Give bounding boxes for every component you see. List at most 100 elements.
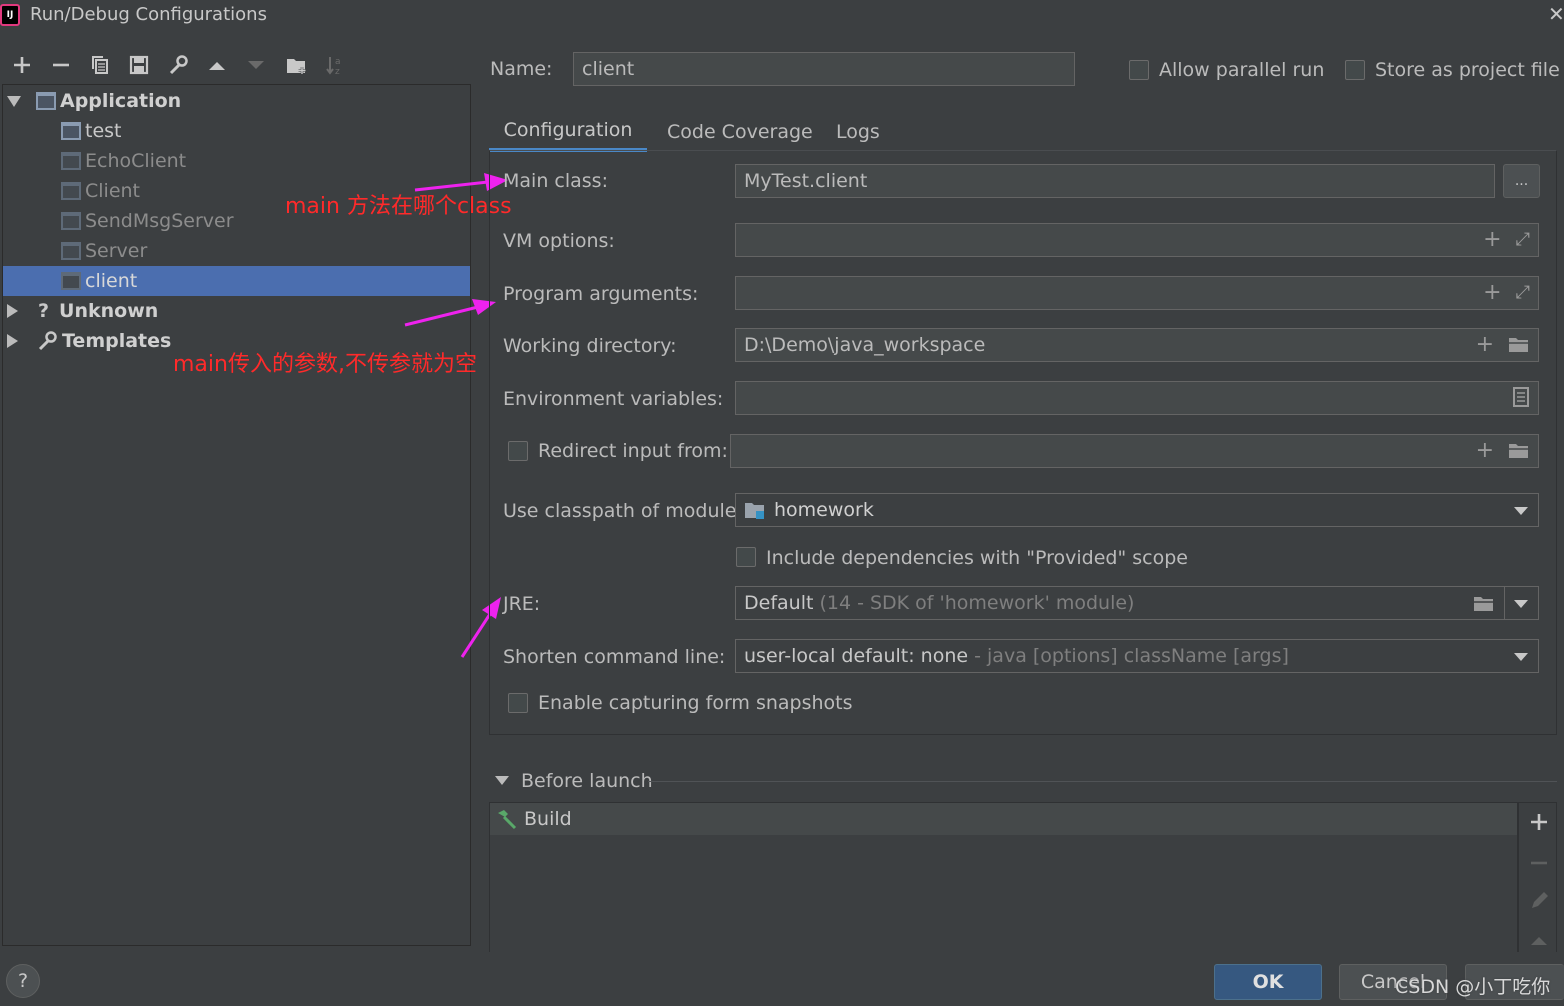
copy-icon[interactable] [87,52,113,78]
tab-configuration[interactable]: Configuration [489,112,647,152]
question-icon: ? [38,300,50,322]
add-icon[interactable]: + [1483,281,1501,305]
allow-parallel-label: Allow parallel run [1159,59,1325,81]
dropdown-arrow-icon[interactable] [1514,600,1528,608]
store-project-checkbox[interactable] [1345,60,1365,80]
name-label: Name: [490,58,553,80]
tab-code-coverage[interactable]: Code Coverage [667,112,813,152]
main-class-label: Main class: [503,170,608,192]
shorten-command-label: Shorten command line: [503,646,726,668]
jre-label: JRE: [503,593,541,615]
application-config-icon [61,152,81,170]
window-title: Run/Debug Configurations [30,4,267,25]
folder-icon[interactable] [1508,439,1530,467]
classpath-module-value: homework [774,499,874,521]
tree-node-application[interactable]: Application [7,86,469,116]
redirect-input-field[interactable]: + [730,434,1539,468]
svg-text:z: z [335,67,340,76]
program-arguments-label: Program arguments: [503,283,699,305]
environment-variables-label: Environment variables: [503,388,724,410]
wrench-icon [36,330,58,352]
redirect-input-checkbox[interactable] [508,441,528,461]
move-up-icon[interactable] [204,52,230,78]
folder-icon[interactable] [1472,592,1496,619]
tree-node-label: Application [60,90,182,112]
help-label: ? [17,970,29,992]
tree-node-label: Templates [62,330,172,352]
tree-item-test[interactable]: test [61,116,122,146]
svg-text:a: a [335,57,341,67]
close-icon[interactable]: ✕ [1548,2,1564,26]
dropdown-arrow-icon[interactable] [1514,653,1528,661]
move-down-icon[interactable] [243,52,269,78]
application-config-icon [61,182,81,200]
wrench-icon[interactable] [165,52,191,78]
add-icon[interactable]: + [1483,228,1501,252]
include-dependencies-checkbox[interactable] [736,547,756,567]
form-snapshots-label: Enable capturing form snapshots [538,692,853,714]
tree-node-templates[interactable]: Templates [7,326,171,356]
allow-parallel-checkbox[interactable] [1129,60,1149,80]
tree-item-server[interactable]: Server [61,236,147,266]
add-icon[interactable] [9,52,35,78]
before-launch-list: Build [489,802,1518,952]
edit-task-icon[interactable] [1528,890,1550,917]
remove-task-icon[interactable] [1528,852,1550,879]
title-bar: IJ Run/Debug Configurations ✕ [0,0,1564,34]
tree-item-echoclient[interactable]: EchoClient [61,146,186,176]
tree-item-client-upper[interactable]: Client [61,176,140,206]
expand-icon[interactable]: ⤢ [1516,228,1530,252]
before-launch-collapse-icon[interactable] [495,776,509,785]
help-button[interactable]: ? [6,964,40,998]
tree-item-label: SendMsgServer [85,210,234,232]
dropdown-arrow-icon[interactable] [1514,507,1528,515]
tab-label: Code Coverage [667,121,813,143]
tree-node-unknown[interactable]: ? Unknown [7,296,158,326]
main-class-value: MyTest.client [744,170,868,192]
shorten-command-hint: - java [options] className [args] [968,645,1289,667]
tree-item-sendmsgserver[interactable]: SendMsgServer [61,206,234,236]
name-input[interactable]: client [573,52,1075,86]
jre-select[interactable]: Default (14 - SDK of 'homework' module) [735,586,1539,620]
browse-label: ... [1514,173,1529,189]
tree-item-label: client [85,270,138,292]
before-launch-task-build[interactable]: Build [490,803,1517,835]
remove-icon[interactable] [48,52,74,78]
tab-label: Configuration [503,119,633,141]
collapse-arrow-icon[interactable] [7,304,18,318]
annotation-main-class: main 方法在哪个class [285,194,512,219]
environment-variables-input[interactable] [735,381,1539,415]
shorten-command-select[interactable]: user-local default: none - java [options… [735,639,1539,673]
add-icon[interactable]: + [1476,333,1494,361]
program-arguments-input[interactable]: + ⤢ [735,276,1539,310]
folder-add-icon[interactable] [283,52,309,78]
ok-button[interactable]: OK [1214,964,1322,1000]
add-task-icon[interactable] [1528,811,1550,838]
application-config-icon [61,212,81,230]
before-launch-label: Before launch [521,770,653,792]
sort-icon[interactable]: az [322,52,348,78]
add-icon[interactable]: + [1476,439,1494,467]
folder-icon[interactable] [1508,333,1530,361]
save-icon[interactable] [126,52,152,78]
tree-item-client-selected[interactable]: client [3,266,470,296]
application-icon [36,92,56,110]
application-config-icon [61,242,81,260]
tab-logs[interactable]: Logs [836,112,880,152]
collapse-arrow-icon[interactable] [7,334,18,348]
vm-options-input[interactable]: + ⤢ [735,223,1539,257]
application-config-icon [61,272,81,290]
move-task-up-icon[interactable] [1528,930,1550,952]
expand-arrow-icon[interactable] [7,95,21,107]
application-config-icon [61,122,81,140]
divider [1504,587,1505,619]
document-icon[interactable] [1512,386,1530,414]
form-snapshots-checkbox[interactable] [508,693,528,713]
classpath-module-select[interactable]: homework [735,493,1539,527]
footer-bar [0,952,1564,1006]
browse-main-class-button[interactable]: ... [1503,164,1540,198]
expand-icon[interactable]: ⤢ [1516,281,1530,305]
main-class-input[interactable]: MyTest.client [735,164,1495,198]
tree-item-label: test [85,120,122,142]
working-directory-input[interactable]: D:\Demo\java_workspace + [735,328,1539,362]
